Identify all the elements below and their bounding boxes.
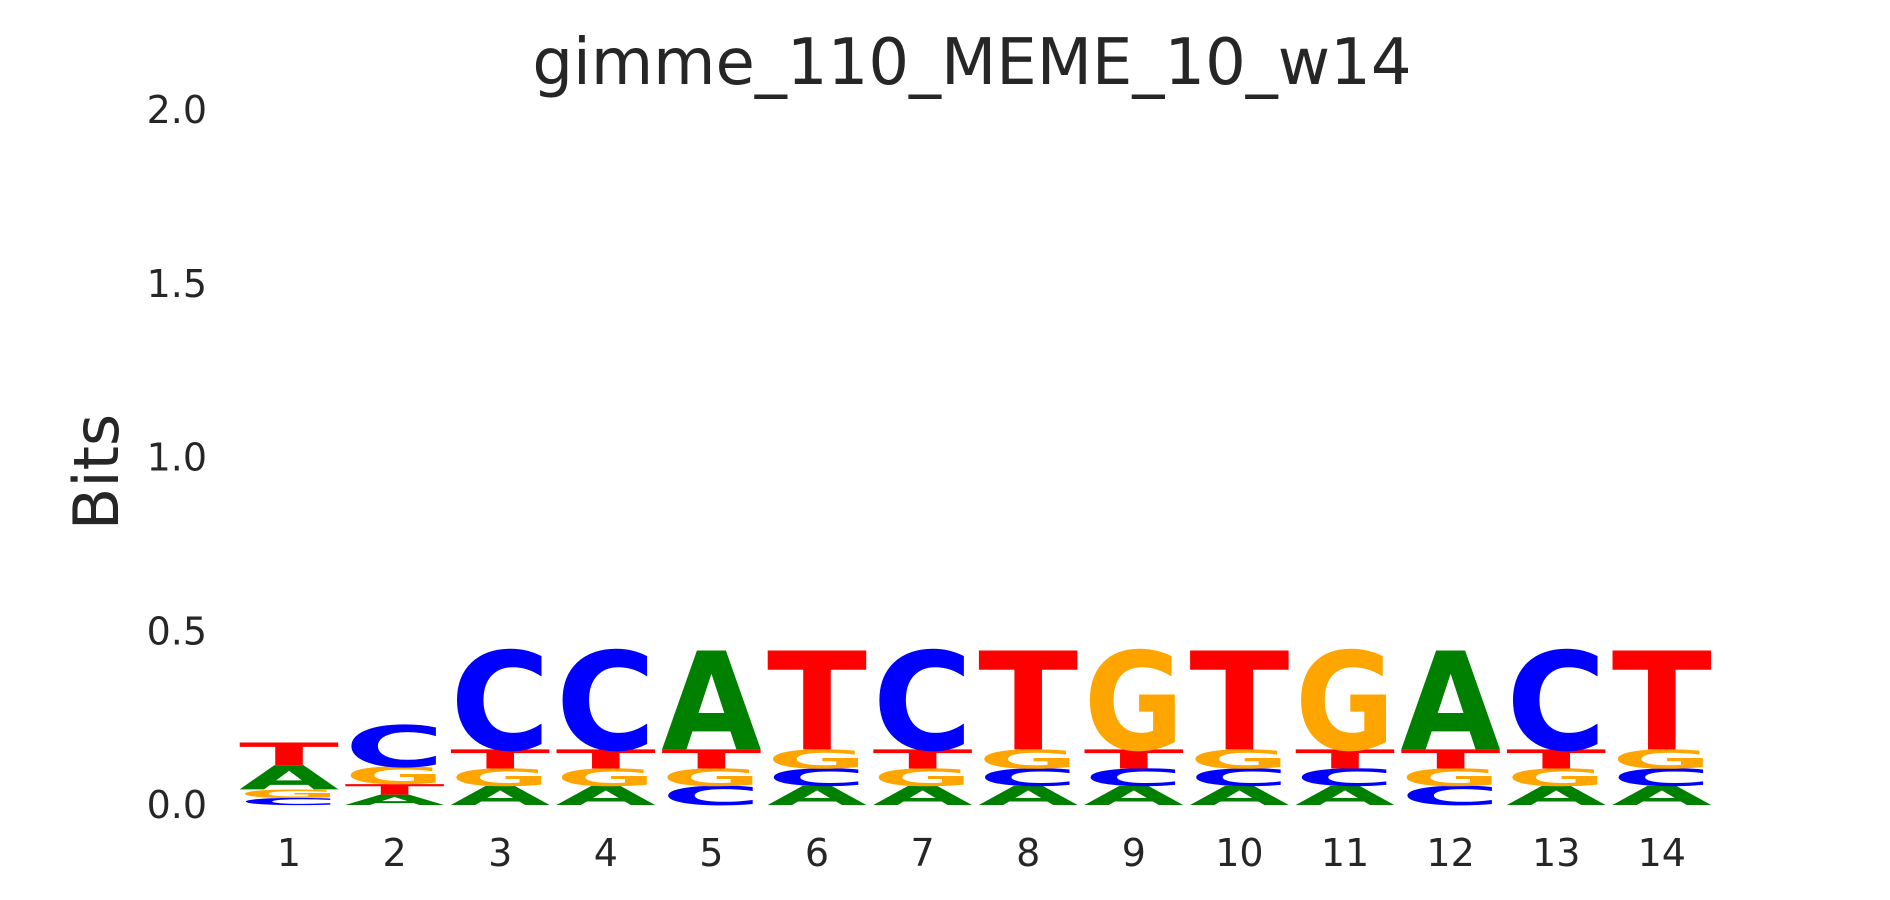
logo-letter-T: T [1189,625,1289,783]
x-tick-label: 2 [383,831,407,875]
logo-letter-T: T [978,625,1078,783]
x-tick-label: 10 [1215,831,1263,875]
logo-letter-A: A [1401,624,1501,782]
logo-letter-T: T [239,736,339,772]
y-axis-label: Bits [60,414,133,530]
x-tick-label: 9 [1122,831,1146,875]
x-tick-label: 8 [1016,831,1040,875]
logo-letter-G: G [1084,624,1184,782]
logo-stacks: CGATATGCAGTCAGTCCGTAACGTAGTCACGTACTGACGT… [239,624,1712,811]
x-tick-label: 11 [1321,831,1369,875]
y-tick-label: 1.5 [147,262,207,306]
x-tick-label: 7 [911,831,935,875]
x-axis-ticks: 1 2 3 4 5 6 7 8 9 10 11 12 13 14 [277,831,1686,875]
x-tick-label: 14 [1638,831,1686,875]
x-tick-label: 6 [805,831,829,875]
sequence-logo-chart: gimme_110_MEME_10_w14 Bits 0.0 0.5 1.0 1.5 2… [60,26,1712,875]
logo-letter-C: C [1506,625,1606,783]
y-tick-label: 0.5 [147,609,207,653]
y-tick-label: 0.0 [147,783,207,827]
x-tick-label: 13 [1532,831,1580,875]
logo-letter-C: C [450,625,550,783]
logo-letter-T: T [767,625,867,783]
logo-letter-C: C [873,625,973,783]
logo-letter-C: C [345,714,445,781]
y-tick-label: 1.0 [147,436,207,480]
y-axis-ticks: 0.0 0.5 1.0 1.5 2.0 [147,88,207,827]
x-tick-label: 1 [277,831,301,875]
x-tick-label: 5 [699,831,723,875]
x-tick-label: 4 [594,831,618,875]
logo-letter-G: G [1295,624,1395,782]
logo-letter-C: C [556,625,656,783]
chart-title: gimme_110_MEME_10_w14 [532,26,1411,100]
x-tick-label: 3 [488,831,512,875]
x-tick-label: 12 [1426,831,1474,875]
logo-letter-A: A [661,624,761,782]
logo-letter-T: T [1612,625,1712,783]
y-tick-label: 2.0 [147,88,207,132]
